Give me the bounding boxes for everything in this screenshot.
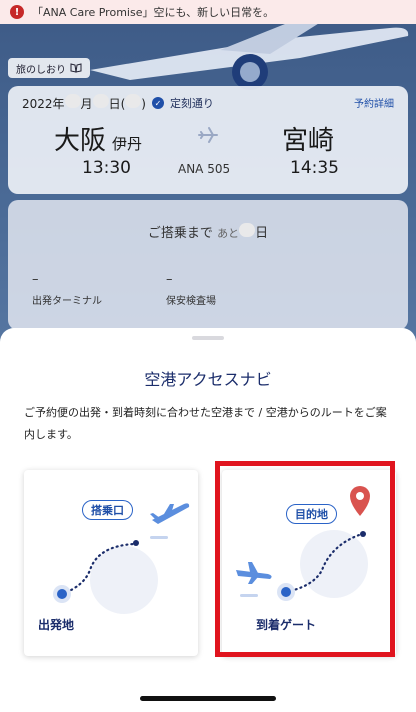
flight-date: 2022年月日() ✓ 定刻通り <box>22 94 214 112</box>
flight-status: 定刻通り <box>169 97 214 110</box>
redacted-month <box>64 94 81 108</box>
terminal-value: – <box>32 272 39 287</box>
security-value: – <box>166 272 173 287</box>
drag-handle[interactable] <box>192 336 224 340</box>
sheet-description: ご予約便の出発・到着時刻に合わせた空港まで / 空港からのルートをご案内します。 <box>24 406 387 441</box>
origin-airport: 伊丹 <box>112 135 143 153</box>
guide-tag[interactable]: 旅のしおり <box>8 58 90 78</box>
option-departure[interactable]: 搭乗口 出発地 <box>24 470 198 656</box>
check-icon: ✓ <box>151 97 164 109</box>
guide-tag-label: 旅のしおり <box>16 64 66 76</box>
boarding-countdown: ご搭乗まで あと日 <box>8 222 408 241</box>
airplane-icon <box>198 127 218 143</box>
flight-number: ANA 505 <box>178 162 231 176</box>
origin-city: 大阪 伊丹 <box>54 126 143 156</box>
destination-city: 宮崎 <box>282 126 335 156</box>
redacted-weekday <box>125 94 142 108</box>
warning-icon: ! <box>10 5 24 19</box>
departure-time: 13:30 <box>82 158 131 178</box>
redacted-days <box>239 223 256 237</box>
flight-card[interactable]: 2022年月日() ✓ 定刻通り 予約詳細 大阪 伊丹 宮崎 13:30 ANA … <box>8 86 408 194</box>
sheet-title: 空港アクセスナビ <box>144 370 272 389</box>
terminal-label: 出発ターミナル <box>32 296 102 307</box>
reservation-detail-link[interactable]: 予約詳細 <box>354 95 394 110</box>
boarding-gate-pill: 搭乗口 <box>82 500 133 520</box>
selection-highlight-frame <box>215 461 395 657</box>
redacted-day <box>92 94 109 108</box>
arrival-time: 14:35 <box>290 158 339 178</box>
home-indicator[interactable] <box>140 696 276 701</box>
notice-banner[interactable]: ! 「ANA Care Promise」空にも、新しい日常を。 <box>0 0 416 24</box>
book-icon <box>70 63 82 73</box>
security-label: 保安検査場 <box>166 296 216 307</box>
takeoff-plane-icon <box>150 503 190 539</box>
banner-text: 「ANA Care Promise」空にも、新しい日常を。 <box>32 6 275 19</box>
departure-label: 出発地 <box>38 618 75 632</box>
boarding-card: ご搭乗まで あと日 – 出発ターミナル – 保安検査場 <box>8 200 408 330</box>
